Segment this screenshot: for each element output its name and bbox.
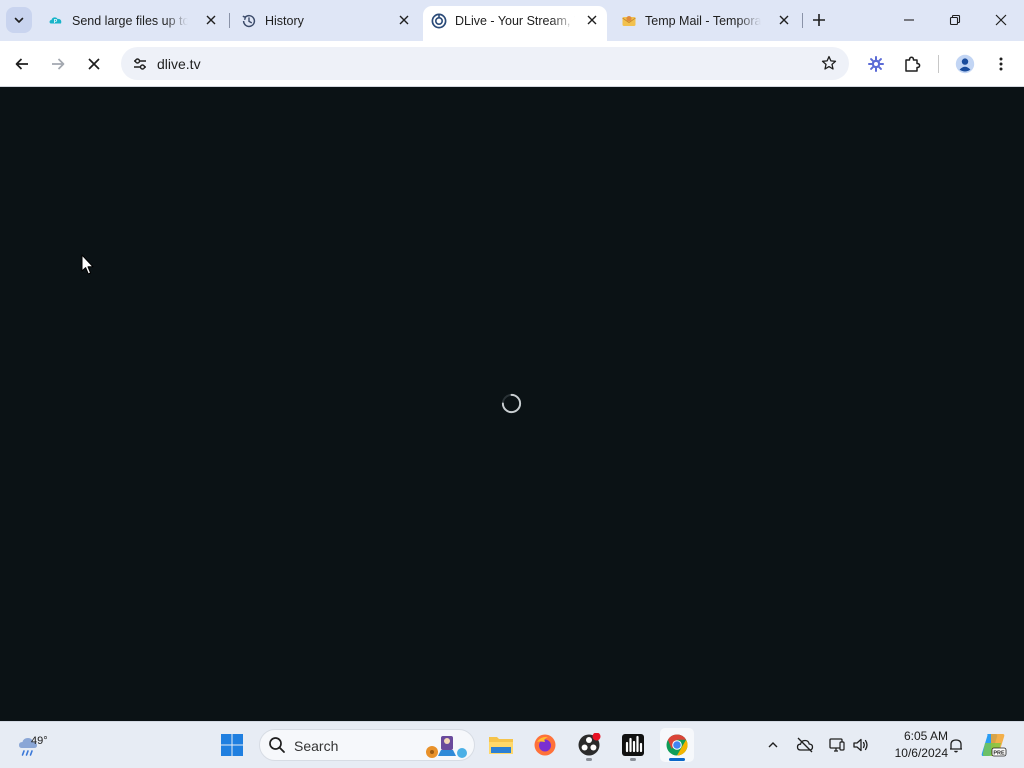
obs-icon <box>578 733 601 756</box>
svg-text:PRE: PRE <box>993 750 1005 756</box>
search-icon <box>269 737 285 753</box>
star-icon <box>821 55 837 70</box>
tab-title: Send large files up to 5 <box>72 13 188 28</box>
browser-toolbar: dlive.tv <box>0 41 1024 87</box>
avatar-icon <box>955 54 975 74</box>
firefox-button[interactable] <box>528 728 562 762</box>
tab-separator <box>229 13 230 28</box>
tune-icon <box>134 58 146 70</box>
windows-taskbar: 49° Search 6:05 AM 10/6/2024 PRE <box>0 721 1024 768</box>
network-icon <box>829 738 845 752</box>
windows-logo-icon <box>221 734 243 756</box>
toolbar-divider <box>938 55 939 73</box>
speaker-icon <box>853 738 868 752</box>
search-highlight-illustration-icon <box>426 736 467 758</box>
pcloud-transfer-icon: P <box>48 13 64 29</box>
bell-icon <box>950 739 962 753</box>
close-icon <box>995 14 1007 26</box>
close-tab-icon[interactable] <box>397 13 411 27</box>
history-icon <box>241 13 257 29</box>
volume-tray-button[interactable] <box>850 734 872 756</box>
close-tab-icon[interactable] <box>585 13 599 27</box>
address-bar[interactable]: dlive.tv <box>121 47 849 80</box>
chevron-up-icon <box>768 742 778 748</box>
chrome-icon <box>666 734 688 756</box>
extensions-menu-button[interactable] <box>898 50 926 78</box>
chevron-down-icon <box>14 17 24 23</box>
tab-search-button[interactable] <box>6 7 32 33</box>
tab-history[interactable]: History <box>233 7 419 34</box>
onedrive-tray-button[interactable] <box>794 734 816 756</box>
minimize-button[interactable] <box>886 0 932 40</box>
tab-title: DLive - Your Stream, Your <box>455 13 575 28</box>
minimize-icon <box>904 19 914 21</box>
tab-title: Temp Mail - Temporary <box>645 13 761 28</box>
restore-button[interactable] <box>932 0 978 40</box>
close-tab-icon[interactable] <box>204 13 218 27</box>
profile-button[interactable] <box>951 50 979 78</box>
arrow-right-icon <box>52 58 65 70</box>
weather-temperature: 49° <box>31 735 48 747</box>
extension-gear-icon <box>868 56 884 72</box>
page-content <box>0 87 1024 721</box>
audio-app-icon <box>622 734 644 756</box>
running-indicator <box>630 758 636 761</box>
clock-date: 10/6/2024 <box>894 746 948 760</box>
new-tab-button[interactable] <box>808 9 830 31</box>
cloud-offline-icon <box>796 737 814 753</box>
bookmark-button[interactable] <box>819 53 839 73</box>
plus-icon <box>813 14 825 26</box>
url-text[interactable]: dlive.tv <box>157 56 201 72</box>
search-label: Search <box>294 738 339 754</box>
dlive-icon <box>431 13 447 29</box>
restore-icon <box>949 14 961 26</box>
firefox-icon <box>534 734 556 756</box>
running-indicator <box>586 758 592 761</box>
obs-button[interactable] <box>572 728 606 762</box>
taskbar-clock[interactable]: 6:05 AM 10/6/2024 <box>878 728 948 762</box>
browser-tab-strip: P Send large files up to 5 History DLive… <box>0 0 1024 41</box>
arrow-left-icon <box>15 58 28 70</box>
tab-title: History <box>265 13 304 28</box>
puzzle-icon <box>905 56 921 72</box>
close-window-button[interactable] <box>978 0 1024 40</box>
taskbar-search[interactable]: Search <box>259 729 475 761</box>
running-indicator <box>669 758 685 761</box>
mouse-cursor-icon <box>81 254 94 275</box>
browser-menu-button[interactable] <box>987 50 1015 78</box>
temp-mail-icon <box>621 13 637 29</box>
stop-loading-button[interactable] <box>80 50 108 78</box>
notifications-button[interactable] <box>945 734 967 756</box>
loading-spinner-icon <box>501 393 522 414</box>
audio-app-button[interactable] <box>616 728 650 762</box>
start-button[interactable] <box>215 728 249 762</box>
copilot-icon[interactable]: PRE <box>979 731 1007 759</box>
more-vert-icon <box>999 57 1003 71</box>
site-info-button[interactable] <box>128 52 152 76</box>
clock-time: 6:05 AM <box>903 729 948 743</box>
tab-temp-mail[interactable]: Temp Mail - Temporary <box>613 7 799 34</box>
show-hidden-icons-button[interactable] <box>762 734 784 756</box>
extension-button[interactable] <box>862 50 890 78</box>
back-button[interactable] <box>8 50 36 78</box>
network-tray-button[interactable] <box>826 734 848 756</box>
forward-button[interactable] <box>44 50 72 78</box>
close-tab-icon[interactable] <box>777 13 791 27</box>
close-icon <box>88 58 100 70</box>
file-explorer-button[interactable] <box>484 728 518 762</box>
tab-send-large-files[interactable]: P Send large files up to 5 <box>40 7 226 34</box>
tab-separator <box>802 13 803 28</box>
weather-widget[interactable]: 49° <box>16 728 56 764</box>
file-explorer-icon <box>489 737 513 754</box>
chrome-button[interactable] <box>660 728 694 762</box>
tab-dlive[interactable]: DLive - Your Stream, Your <box>423 6 607 41</box>
